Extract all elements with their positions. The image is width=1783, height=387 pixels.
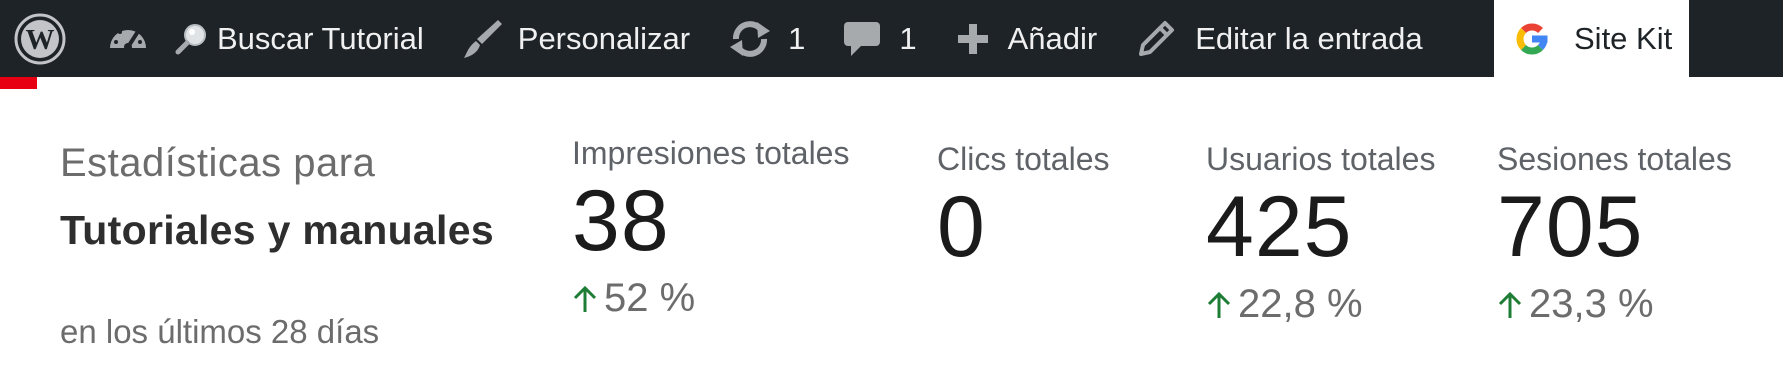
metric-clicks: Clics totales 0	[937, 141, 1110, 270]
metric-change-value: 22,8 %	[1238, 282, 1363, 326]
svg-text:W: W	[26, 24, 55, 56]
metric-change: 22,8 %	[1206, 282, 1435, 327]
updates-menu[interactable]: 1	[728, 0, 805, 77]
customize-label: Personalizar	[517, 20, 691, 56]
site-kit-stats-panel: Estadísticas para Tutoriales y manuales …	[0, 89, 1783, 387]
pencil-icon	[1139, 20, 1175, 56]
search-label: Buscar Tutorial	[217, 20, 424, 56]
metric-value: 705	[1497, 179, 1644, 275]
arrow-up-icon	[573, 285, 597, 312]
metric-value: 425	[1206, 179, 1353, 275]
arrow-up-icon	[1498, 291, 1522, 318]
metric-change: 52 %	[572, 276, 849, 321]
metric-sessions: Sesiones totales 705 23,3 %	[1497, 141, 1732, 327]
comments-menu[interactable]: 1	[843, 0, 917, 77]
metric-impressions: Impresiones totales 38 52 %	[572, 135, 849, 321]
stats-intro-prefix: Estadísticas para	[60, 141, 376, 185]
metric-value: 0	[937, 179, 986, 275]
plus-icon	[957, 23, 988, 54]
arrow-up-icon	[1207, 291, 1231, 318]
updates-count: 1	[788, 20, 806, 56]
search-menu[interactable]: Buscar Tutorial	[175, 0, 424, 77]
customize-menu[interactable]: Personalizar	[462, 0, 690, 77]
wp-admin-bar: W Buscar Tutorial Personalizar 1 1 Añadi…	[0, 0, 1783, 77]
site-kit-label: Site Kit	[1574, 20, 1673, 56]
metric-label: Sesiones totales	[1497, 141, 1732, 177]
add-new-label: Añadir	[1007, 20, 1098, 56]
updates-refresh-icon	[730, 20, 771, 57]
stats-date-range: en los últimos 28 días	[60, 313, 380, 350]
wordpress-logo-icon: W	[14, 13, 66, 64]
metric-label: Impresiones totales	[572, 135, 850, 171]
dashboard-menu[interactable]	[107, 0, 151, 77]
metric-value: 38	[572, 173, 670, 269]
metric-change: 23,3 %	[1497, 282, 1732, 327]
wordpress-logo-menu[interactable]: W	[14, 0, 68, 77]
google-g-icon	[1516, 22, 1548, 55]
edit-post-menu[interactable]: Editar la entrada	[1137, 0, 1423, 77]
accent-indicator	[0, 77, 37, 89]
site-kit-menu[interactable]: Site Kit	[1494, 0, 1689, 77]
comments-count: 1	[899, 20, 917, 56]
comment-bubble-icon	[844, 21, 881, 56]
dashboard-gauge-icon	[110, 25, 146, 51]
metric-change-value: 52 %	[604, 276, 696, 320]
stats-site-name: Tutoriales y manuales	[60, 207, 494, 253]
paintbrush-icon	[463, 19, 502, 58]
metric-users: Usuarios totales 425 22,8 %	[1206, 141, 1435, 327]
metric-label: Clics totales	[937, 141, 1110, 177]
metric-change-value: 23,3 %	[1529, 282, 1654, 326]
metric-label: Usuarios totales	[1206, 141, 1436, 177]
edit-post-label: Editar la entrada	[1195, 20, 1423, 56]
add-new-menu[interactable]: Añadir	[956, 0, 1098, 77]
search-magnifier-icon	[175, 23, 206, 54]
